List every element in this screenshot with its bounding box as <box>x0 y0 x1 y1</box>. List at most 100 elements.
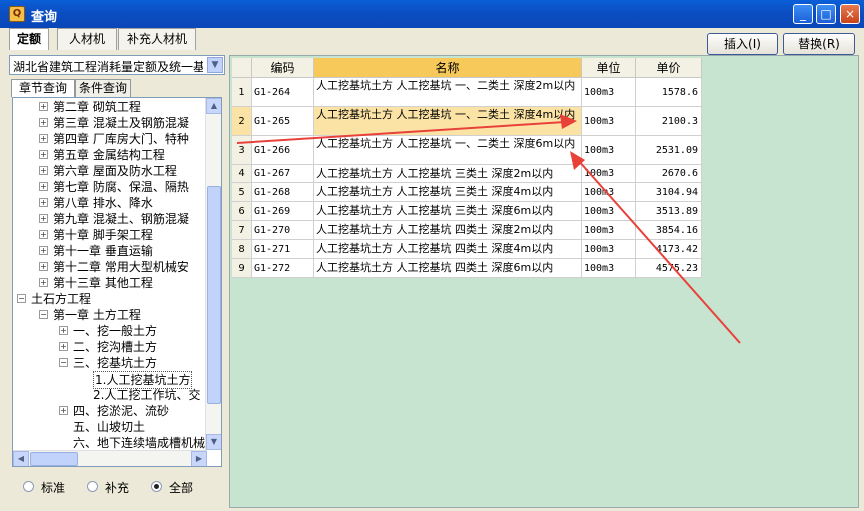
expand-icon[interactable]: + <box>39 214 48 223</box>
table-cell-price[interactable]: 3104.94 <box>636 183 702 202</box>
table-cell-code[interactable]: G1-270 <box>252 221 314 240</box>
scroll-up-icon[interactable]: ▲ <box>206 98 221 114</box>
expand-icon[interactable]: + <box>39 134 48 143</box>
tree-vertical-scrollbar[interactable]: ▲ ▼ <box>205 98 221 450</box>
close-button[interactable]: × <box>840 4 860 24</box>
table-cell-unit[interactable]: 100m3 <box>582 221 636 240</box>
table-cell-unit[interactable]: 100m3 <box>582 136 636 165</box>
table-cell-n[interactable]: 6 <box>232 202 252 221</box>
expand-icon[interactable]: + <box>59 406 68 415</box>
column-header[interactable] <box>232 58 252 78</box>
expand-icon[interactable]: + <box>59 342 68 351</box>
tab-condition-search[interactable]: 条件查询 <box>75 79 131 97</box>
insert-button[interactable]: 插入(I) <box>707 33 778 55</box>
tree-node[interactable]: + 第四章 厂库房大门、特种 <box>13 131 205 147</box>
expand-icon[interactable]: + <box>39 198 48 207</box>
column-header[interactable]: 编码 <box>252 58 314 78</box>
table-cell-unit[interactable]: 100m3 <box>582 259 636 278</box>
column-header[interactable]: 名称 <box>314 58 582 78</box>
table-cell-n[interactable]: 3 <box>232 136 252 165</box>
scroll-left-icon[interactable]: ◀ <box>13 451 29 466</box>
expand-icon[interactable]: + <box>39 230 48 239</box>
tree-horizontal-scrollbar[interactable]: ◀ ▶ <box>13 450 207 466</box>
tree-node[interactable]: − 三、挖基坑土方 <box>13 355 205 371</box>
expand-icon[interactable]: + <box>59 326 68 335</box>
table-cell-price[interactable]: 4173.42 <box>636 240 702 259</box>
table-cell-price[interactable]: 3854.16 <box>636 221 702 240</box>
table-cell-code[interactable]: G1-268 <box>252 183 314 202</box>
table-cell-n[interactable]: 2 <box>232 107 252 136</box>
table-cell-unit[interactable]: 100m3 <box>582 183 636 202</box>
tree-node[interactable]: + 第八章 排水、降水 <box>13 195 205 211</box>
tree-node[interactable]: + 第九章 混凝土、钢筋混凝 <box>13 211 205 227</box>
table-cell-price[interactable]: 4575.23 <box>636 259 702 278</box>
table-cell-price[interactable]: 3513.89 <box>636 202 702 221</box>
tree-node[interactable]: + 第十三章 其他工程 <box>13 275 205 291</box>
tree-node[interactable]: + 第十二章 常用大型机械安 <box>13 259 205 275</box>
tree-node[interactable]: 五、山坡切土 <box>13 419 205 435</box>
table-cell-name[interactable]: 人工挖基坑土方 人工挖基坑 三类土 深度2m以内 <box>314 165 582 183</box>
expand-icon[interactable]: + <box>39 166 48 175</box>
scroll-thumb[interactable] <box>207 186 221 404</box>
table-cell-code[interactable]: G1-265 <box>252 107 314 136</box>
table-cell-n[interactable]: 1 <box>232 78 252 107</box>
expand-icon[interactable]: + <box>39 246 48 255</box>
table-cell-name[interactable]: 人工挖基坑土方 人工挖基坑 三类土 深度6m以内 <box>314 202 582 221</box>
table-cell-n[interactable]: 4 <box>232 165 252 183</box>
table-cell-code[interactable]: G1-269 <box>252 202 314 221</box>
radio-button[interactable] <box>151 481 162 492</box>
table-cell-n[interactable]: 9 <box>232 259 252 278</box>
tab-quota[interactable]: 定额 <box>9 28 49 50</box>
column-header[interactable]: 单价 <box>636 58 702 78</box>
table-cell-name[interactable]: 人工挖基坑土方 人工挖基坑 四类土 深度2m以内 <box>314 221 582 240</box>
table-cell-unit[interactable]: 100m3 <box>582 107 636 136</box>
table-cell-price[interactable]: 2531.09 <box>636 136 702 165</box>
table-cell-name[interactable]: 人工挖基坑土方 人工挖基坑 一、二类土 深度6m以内 <box>314 136 582 165</box>
table-cell-code[interactable]: G1-271 <box>252 240 314 259</box>
radio-button[interactable] <box>87 481 98 492</box>
tree-node[interactable]: + 第七章 防腐、保温、隔热 <box>13 179 205 195</box>
tree-node[interactable]: + 第十一章 垂直运输 <box>13 243 205 259</box>
tree-node[interactable]: + 四、挖淤泥、流砂 <box>13 403 205 419</box>
table-cell-unit[interactable]: 100m3 <box>582 202 636 221</box>
expand-icon[interactable]: + <box>39 278 48 287</box>
expand-icon[interactable]: + <box>39 102 48 111</box>
tab-labor-material-machine[interactable]: 人材机 <box>57 28 117 50</box>
chevron-down-icon[interactable]: ▼ <box>207 57 223 73</box>
table-cell-code[interactable]: G1-267 <box>252 165 314 183</box>
tree-node[interactable]: + 第三章 混凝土及钢筋混凝 <box>13 115 205 131</box>
collapse-icon[interactable]: − <box>59 358 68 367</box>
tree-node[interactable]: + 第六章 屋面及防水工程 <box>13 163 205 179</box>
table-cell-n[interactable]: 5 <box>232 183 252 202</box>
table-cell-unit[interactable]: 100m3 <box>582 78 636 107</box>
table-cell-name[interactable]: 人工挖基坑土方 人工挖基坑 一、二类土 深度4m以内 <box>314 107 582 136</box>
tree-node[interactable]: + 第二章 砌筑工程 <box>13 99 205 115</box>
horizontal-scroll-thumb[interactable] <box>30 452 78 466</box>
tab-supplementary-materials[interactable]: 补充人材机 <box>118 28 196 50</box>
expand-icon[interactable]: + <box>39 118 48 127</box>
tree-node[interactable]: + 第十章 脚手架工程 <box>13 227 205 243</box>
tree-node[interactable]: − 土石方工程 <box>13 291 205 307</box>
maximize-button[interactable]: □ <box>816 4 836 24</box>
table-cell-name[interactable]: 人工挖基坑土方 人工挖基坑 四类土 深度4m以内 <box>314 240 582 259</box>
scroll-right-icon[interactable]: ▶ <box>191 451 207 466</box>
table-cell-n[interactable]: 7 <box>232 221 252 240</box>
radio-button[interactable] <box>23 481 34 492</box>
tree-node[interactable]: 六、地下连续墙成槽机械 <box>13 435 205 451</box>
tree-node[interactable]: + 一、挖一般土方 <box>13 323 205 339</box>
tree-node[interactable]: + 第五章 金属结构工程 <box>13 147 205 163</box>
minimize-button[interactable]: _ <box>793 4 813 24</box>
tree-node[interactable]: 2.人工挖工作坑、交 <box>13 387 205 403</box>
table-cell-unit[interactable]: 100m3 <box>582 165 636 183</box>
table-cell-name[interactable]: 人工挖基坑土方 人工挖基坑 三类土 深度4m以内 <box>314 183 582 202</box>
table-cell-code[interactable]: G1-272 <box>252 259 314 278</box>
tree-node[interactable]: − 第一章 土方工程 <box>13 307 205 323</box>
table-cell-name[interactable]: 人工挖基坑土方 人工挖基坑 四类土 深度6m以内 <box>314 259 582 278</box>
table-cell-n[interactable]: 8 <box>232 240 252 259</box>
expand-icon[interactable]: + <box>39 182 48 191</box>
table-cell-price[interactable]: 1578.6 <box>636 78 702 107</box>
table-cell-code[interactable]: G1-264 <box>252 78 314 107</box>
column-header[interactable]: 单位 <box>582 58 636 78</box>
scroll-down-icon[interactable]: ▼ <box>206 434 221 450</box>
expand-icon[interactable]: + <box>39 262 48 271</box>
